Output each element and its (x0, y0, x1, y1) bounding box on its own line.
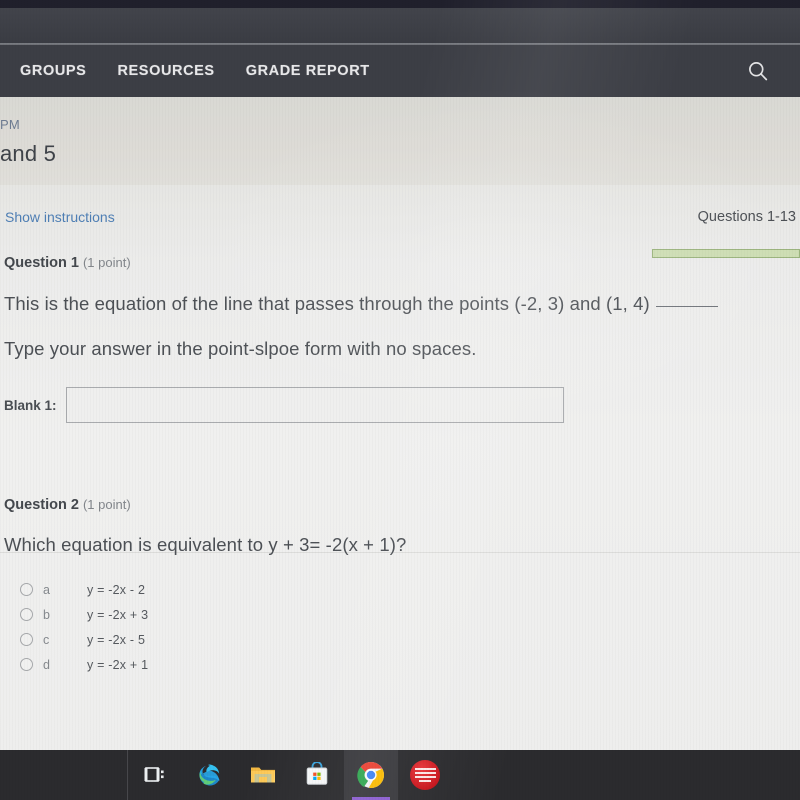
taskbar-start-zone[interactable] (0, 750, 128, 800)
choice-b[interactable]: b y = -2x + 3 (20, 602, 800, 627)
question-2-choices: a y = -2x - 2 b y = -2x + 3 c y = -2x - … (20, 577, 800, 677)
blank-1-label: Blank 1: (4, 397, 57, 413)
microsoft-edge-icon[interactable] (182, 750, 236, 800)
choice-b-key: b (43, 607, 50, 622)
choice-c[interactable]: c y = -2x - 5 (20, 627, 800, 652)
google-chrome-icon[interactable] (344, 750, 398, 800)
blank-1-input[interactable] (65, 387, 564, 424)
search-icon[interactable] (745, 58, 771, 84)
radio-button-b[interactable] (20, 608, 33, 622)
radio-button-d[interactable] (20, 658, 33, 672)
question-1-prompt: This is the equation of the line that pa… (4, 293, 650, 314)
nav-item-resources[interactable]: RESOURCES (117, 63, 214, 79)
choice-d[interactable]: d y = -2x + 1 (20, 652, 800, 677)
browser-chrome-band (0, 8, 800, 44)
choice-c-key: c (43, 632, 50, 647)
task-view-icon[interactable] (128, 750, 182, 800)
question-2-points: (1 point) (82, 497, 131, 512)
microsoft-store-icon[interactable] (290, 750, 344, 800)
radio-button-c[interactable] (20, 633, 33, 647)
nav-items: GROUPS RESOURCES GRADE REPORT (20, 63, 370, 79)
question-2-text: Which equation is equivalent to y + 3= -… (4, 534, 407, 555)
question-1-text-line-1: This is the equation of the line that pa… (4, 292, 800, 315)
header-timestamp: PM (0, 117, 20, 132)
choice-c-text: y = -2x - 5 (87, 632, 146, 647)
ime-keyboard-glyph (410, 760, 440, 790)
ime-keyboard-icon[interactable] (398, 750, 452, 800)
question-2-header: Question 2 (1 point) (4, 497, 800, 513)
choice-b-text: y = -2x + 3 (87, 607, 149, 622)
nav-item-grade-report[interactable]: GRADE REPORT (246, 63, 370, 79)
question-2-label: Question 2 (4, 497, 79, 513)
screen: GROUPS RESOURCES GRADE REPORT PM and 5 S… (0, 0, 800, 800)
choice-a-text: y = -2x - 2 (87, 582, 146, 597)
browser-chrome-edge (0, 0, 800, 8)
page-header: PM and 5 (0, 97, 800, 185)
question-1-header: Question 1 (1 point) (4, 255, 800, 271)
choice-a-key: a (43, 582, 50, 597)
question-block-2: Question 2 (1 point) Which equation is e… (0, 497, 800, 677)
choice-a[interactable]: a y = -2x - 2 (20, 577, 800, 602)
instructions-row: Show instructions Questions 1-13 (0, 205, 800, 258)
question-1-points: (1 point) (82, 255, 131, 270)
choice-d-key: d (43, 657, 50, 672)
page-title: and 5 (0, 141, 57, 166)
site-navbar: GROUPS RESOURCES GRADE REPORT (0, 45, 800, 97)
file-explorer-icon[interactable] (236, 750, 290, 800)
question-block-1: Question 1 (1 point) This is the equatio… (0, 255, 800, 553)
choice-d-text: y = -2x + 1 (87, 657, 149, 672)
nav-item-groups[interactable]: GROUPS (20, 63, 86, 79)
keyboard-rows (414, 767, 436, 783)
radio-button-a[interactable] (20, 583, 33, 597)
question-1-text-line-2: Type your answer in the point-slpoe form… (4, 338, 477, 360)
show-instructions-link[interactable]: Show instructions (5, 209, 115, 225)
windows-taskbar (0, 750, 800, 800)
question-1-answer-row: Blank 1: (4, 387, 800, 424)
questions-range-label: Questions 1-13 (697, 209, 796, 225)
question-1-blank-rule (655, 306, 718, 307)
question-1-label: Question 1 (4, 255, 79, 271)
quiz-body: Show instructions Questions 1-13 Questio… (0, 185, 800, 750)
